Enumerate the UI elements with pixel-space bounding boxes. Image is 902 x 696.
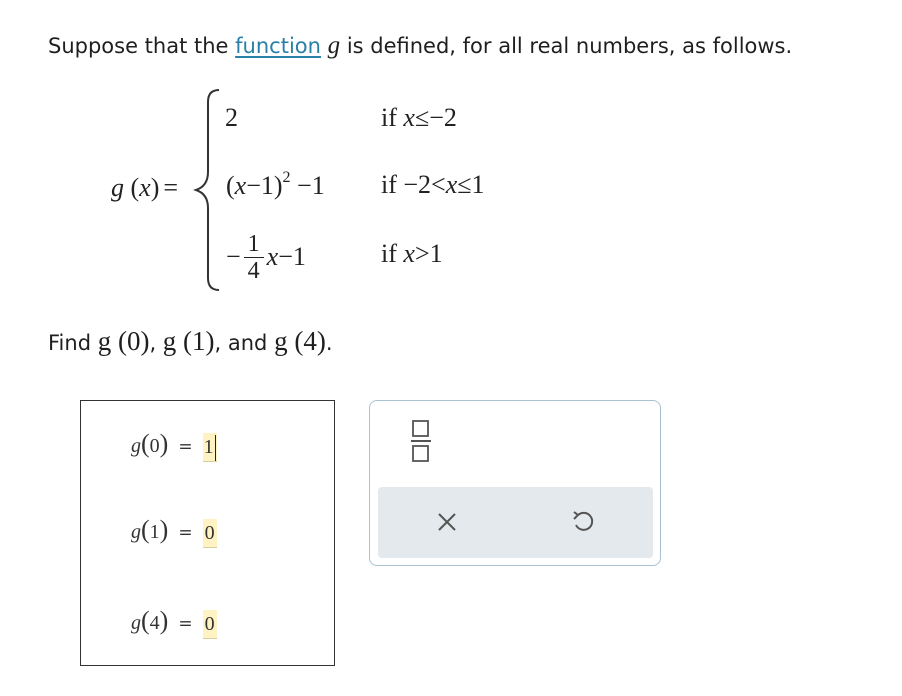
answer-box: g(0) = 1 g(1) = 0 g(4) = 0 (80, 400, 335, 666)
piecewise-brace (193, 89, 220, 291)
find-g0: g (0) (97, 326, 150, 356)
find-g4: g (4) (274, 326, 326, 356)
text-cursor (214, 435, 216, 462)
undo-icon (573, 511, 594, 531)
find-instruction: Find g (0), g (1), and g (4). (48, 326, 333, 356)
answer-input-g1[interactable]: 0 (202, 518, 217, 548)
case-3-expression: − 1 4 x −1 (226, 230, 306, 284)
fraction-button[interactable] (410, 418, 432, 468)
close-icon (438, 513, 456, 531)
answer-row-g0: g(0) = 1 (131, 429, 217, 462)
clear-button[interactable] (436, 511, 458, 537)
answer-label-g1: g(1) (131, 515, 169, 544)
find-g1: g (1) (162, 326, 215, 356)
prompt-text-after: is defined, for all real numbers, as fol… (340, 34, 793, 58)
case-1-condition: if x≤−2 (381, 103, 457, 132)
function-variable: g (327, 32, 341, 59)
prompt-text-before: Suppose that the (48, 34, 236, 58)
case-2-expression: (x−1)2 −1 (226, 169, 325, 200)
piecewise-lhs: g (x) = (111, 173, 179, 202)
fraction-icon (411, 420, 431, 462)
case-2-condition: if −2<x≤1 (381, 170, 485, 199)
answer-label-g4: g(4) (131, 606, 169, 635)
undo-button[interactable] (571, 509, 597, 539)
answer-label-g0: g(0) (131, 429, 169, 458)
answer-row-g1: g(1) = 0 (131, 515, 217, 548)
case-1-expression: 2 (225, 103, 238, 132)
action-bar (378, 487, 653, 558)
problem-statement: Suppose that the function g is defined, … (48, 32, 792, 60)
case-3-condition: if x>1 (381, 239, 443, 268)
answer-row-g4: g(4) = 0 (131, 606, 217, 639)
math-tool-panel (369, 400, 661, 566)
answer-input-g4[interactable]: 0 (202, 609, 217, 639)
answer-input-g0[interactable]: 1 (202, 432, 217, 462)
function-link[interactable]: function (235, 34, 321, 58)
